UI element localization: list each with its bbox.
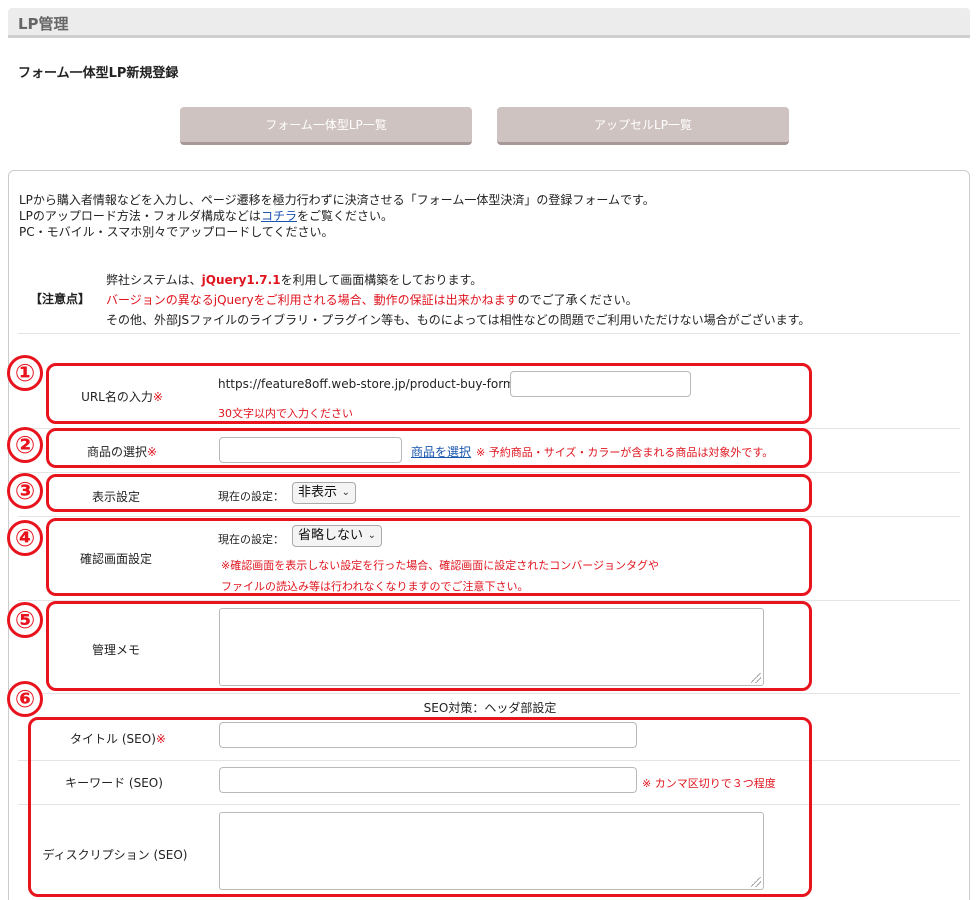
callout-box-4 [46,518,812,596]
step-number-3: ③ [7,473,43,509]
intro-text: LPから購入者情報などを入力し、ページ遷移を極力行わずに決済させる「フォーム一体… [19,192,655,240]
notice-l1-pre: 弊社システムは、 [106,273,202,287]
jquery-version: jQuery1.7.1 [201,273,281,287]
intro-line-1: LPから購入者情報などを入力し、ページ遷移を極力行わずに決済させる「フォーム一体… [19,193,655,207]
divider [18,472,960,473]
step-number-5: ⑤ [7,602,43,638]
notice-text: 弊社システムは、jQuery1.7.1を利用して画面構築をしております。 バージ… [106,270,810,330]
page-title: フォーム一体型LP新規登録 [18,66,179,81]
intro-line-2-pre: LPのアップロード方法・フォルダ構成などは [19,209,261,223]
header-title: LP管理 [18,15,69,33]
step-number-4: ④ [7,520,43,556]
divider [18,693,960,694]
header-bar: LP管理 [8,8,970,38]
step-number-6: ⑥ [7,681,43,717]
notice-l3: その他、外部JSファイルのライブラリ・プラグイン等も、ものによっては相性などの問… [106,313,811,327]
callout-box-6 [28,717,812,897]
lp-list-button[interactable]: フォーム一体型LP一覧 [180,107,472,145]
callout-box-3 [46,474,812,512]
callout-box-5 [46,601,812,691]
intro-line-3: PC・モバイル・スマホ別々でアップロードしてください。 [19,225,334,239]
notice-warning: バージョンの異なるjQueryをご利用される場合、動作の保証は出来かねます [106,293,518,307]
callout-box-2 [46,428,812,468]
upsell-lp-list-button[interactable]: アップセルLP一覧 [497,107,789,145]
notice-label: 【注意点】 [30,292,91,306]
notice-l2-post: のでご了承ください。 [517,293,638,307]
step-number-2: ② [7,427,43,463]
divider [18,333,960,334]
callout-box-1 [46,363,812,424]
notice-l1-post: を利用して画面構築をしております。 [280,273,483,287]
seo-heading: SEO対策：ヘッダ部設定 [423,701,557,715]
step-number-1: ① [7,355,43,391]
intro-line-2-post: をご覧ください。 [296,209,393,223]
intro-line-2: LPのアップロード方法・フォルダ構成などはコチラをご覧ください。 [19,208,655,224]
upload-guide-link[interactable]: コチラ [261,209,297,223]
divider [18,516,960,517]
